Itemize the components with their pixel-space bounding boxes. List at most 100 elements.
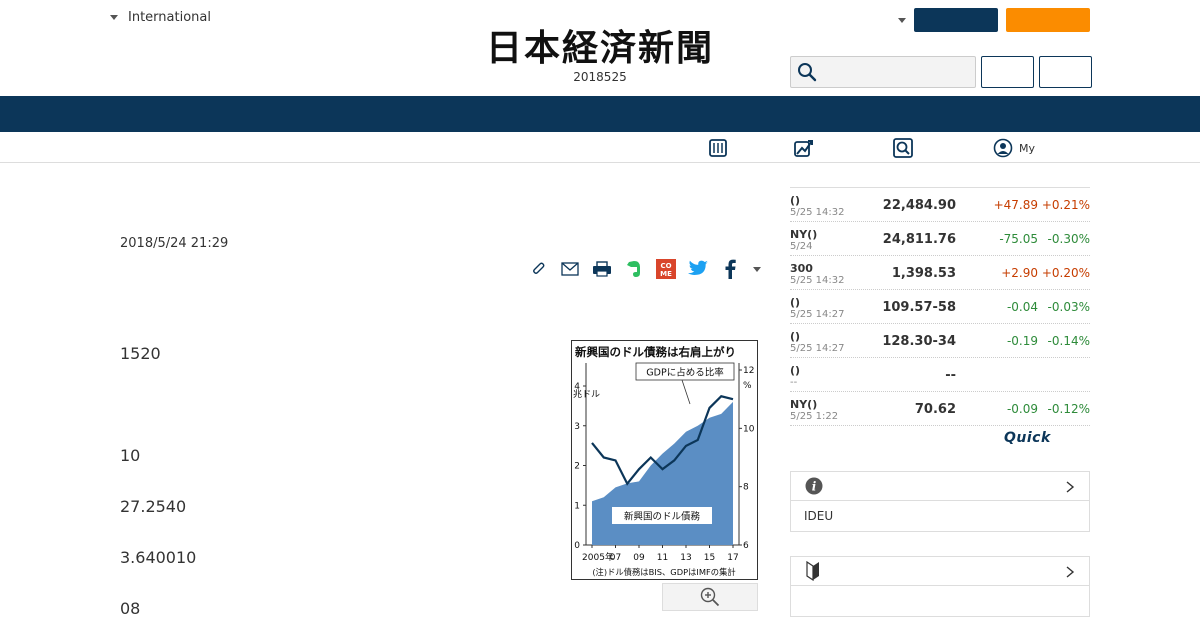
- right-tick-label: 10: [743, 424, 755, 434]
- market-change: -75.05: [999, 232, 1038, 246]
- trend-chart-icon: [794, 140, 813, 157]
- chart-svg: 新興国のドル債務は右肩上がり 兆ドル % 012346810122005年07 0…: [573, 345, 755, 577]
- chart-note: (注)ドル債務はBIS、GDPはIMFの集計: [592, 567, 735, 577]
- facebook-icon: [725, 259, 736, 279]
- evernote-button[interactable]: [623, 258, 645, 280]
- clip-button[interactable]: [527, 258, 549, 280]
- orange-button[interactable]: [1006, 8, 1090, 32]
- zoom-in-icon: [700, 587, 720, 607]
- market-row[interactable]: () -- --: [790, 358, 1090, 392]
- chevron-right-icon: [1066, 566, 1075, 578]
- outline-button-1[interactable]: [981, 56, 1034, 88]
- market-name: (): [790, 330, 801, 343]
- market-time: 5/25 14:27: [790, 343, 845, 354]
- x-tick-label: 11: [657, 553, 668, 563]
- article-chart[interactable]: 新興国のドル債務は右肩上がり 兆ドル % 0 1 2 3 4 6 8 10 12 2005年 07 0…: [571, 340, 758, 580]
- left-tick-label: 0: [574, 541, 580, 551]
- svg-text:CO: CO: [660, 262, 671, 270]
- header-actions: [898, 8, 1090, 32]
- beginner-mark-icon: [806, 561, 819, 581]
- market-row[interactable]: 300 5/25 14:32 1,398.53 +2.90 +0.20%: [790, 256, 1090, 290]
- market-time: 5/25 14:32: [790, 275, 845, 286]
- data-grid-icon: [709, 139, 727, 157]
- masthead[interactable]: 日本経済新聞 2018525: [450, 28, 750, 84]
- paperclip-icon: [533, 262, 545, 274]
- market-percent: -0.03%: [1047, 300, 1090, 314]
- come-button[interactable]: CO ME: [655, 258, 677, 280]
- edition-label: International: [128, 10, 211, 25]
- callout-leader: [681, 379, 691, 405]
- market-table: () 5/25 14:32 22,484.90 +47.89 +0.21% NY() 5/2…: [790, 187, 1090, 426]
- envelope-icon: [561, 262, 579, 276]
- svg-text:ME: ME: [660, 270, 672, 278]
- info-panel: i IDEU: [790, 471, 1090, 532]
- subnav-item-my[interactable]: My: [993, 137, 1035, 159]
- email-button[interactable]: [559, 258, 581, 280]
- caret-down-icon[interactable]: [898, 17, 906, 23]
- left-tick-label: 3: [574, 422, 580, 432]
- market-row[interactable]: NY() 5/24 24,811.76 -75.05 -0.30%: [790, 222, 1090, 256]
- market-time: 5/25 14:32: [790, 207, 845, 218]
- twitter-button[interactable]: [687, 258, 709, 280]
- market-value: 128.30-34: [882, 334, 956, 349]
- market-time: --: [790, 377, 798, 388]
- main-navbar: [0, 96, 1200, 132]
- evernote-icon: [627, 261, 640, 277]
- market-name: (): [790, 194, 801, 207]
- market-time: 5/25 14:27: [790, 309, 845, 320]
- outline-button-2[interactable]: [1039, 56, 1092, 88]
- x-tick-label: 07: [610, 553, 621, 563]
- edition-selector[interactable]: International: [110, 10, 211, 25]
- market-value: 24,811.76: [882, 232, 956, 247]
- market-time: 5/25 1:22: [790, 411, 839, 422]
- market-percent: +0.20%: [1041, 266, 1090, 280]
- right-tick-label: 6: [743, 541, 749, 551]
- market-name: (): [790, 364, 801, 377]
- info-panel-body[interactable]: IDEU: [791, 501, 1089, 531]
- search-icon[interactable]: [797, 62, 817, 82]
- chart-title: 新興国のドル債務は右肩上がり: [575, 345, 736, 359]
- share-toolbar: CO ME: [527, 258, 763, 280]
- x-tick-label: 13: [680, 553, 691, 563]
- area-label: 新興国のドル債務: [624, 511, 701, 523]
- left-tick-label: 2: [574, 462, 580, 472]
- info-icon: i: [805, 477, 823, 495]
- market-value: 1,398.53: [891, 266, 956, 281]
- market-name: NY(): [790, 398, 818, 411]
- market-row[interactable]: () 5/25 14:27 109.57-58 -0.04 -0.03%: [790, 290, 1090, 324]
- market-name: NY(): [790, 228, 818, 241]
- market-row[interactable]: () 5/25 14:27 128.30-34 -0.19 -0.14%: [790, 324, 1090, 358]
- market-percent: +0.21%: [1041, 198, 1090, 212]
- svg-text:i: i: [812, 480, 817, 494]
- market-change: +47.89: [993, 198, 1038, 212]
- article-paragraph: 10: [120, 446, 141, 465]
- market-value: 109.57-58: [882, 300, 956, 315]
- right-tick-label: 8: [743, 483, 749, 493]
- x-tick-label: 17: [727, 553, 738, 563]
- left-tick-label: 1: [574, 501, 580, 511]
- beginner-panel: [790, 556, 1090, 617]
- navy-button[interactable]: [914, 8, 998, 32]
- zoom-button[interactable]: [662, 583, 758, 611]
- article-paragraph: 3.640010: [120, 548, 197, 567]
- market-time: 5/24: [790, 241, 813, 252]
- left-tick-label: 4: [574, 382, 580, 392]
- beginner-panel-header[interactable]: [791, 557, 1089, 586]
- info-panel-header[interactable]: i: [791, 472, 1089, 501]
- market-row[interactable]: NY() 5/25 1:22 70.62 -0.09 -0.12%: [790, 392, 1090, 426]
- share-more-button[interactable]: [751, 258, 763, 280]
- market-value: --: [945, 368, 956, 383]
- subnav-item-search[interactable]: [893, 137, 913, 159]
- search-input[interactable]: [790, 56, 976, 88]
- print-button[interactable]: [591, 258, 613, 280]
- subnav-item-data[interactable]: [708, 137, 728, 159]
- market-percent: -0.14%: [1047, 334, 1090, 348]
- subnav-item-chart[interactable]: [793, 137, 815, 159]
- market-change: +2.90: [1001, 266, 1038, 280]
- market-row[interactable]: () 5/25 14:32 22,484.90 +47.89 +0.21%: [790, 188, 1090, 222]
- x-tick-label: 09: [633, 553, 645, 563]
- quick-logo[interactable]: Quick: [1004, 430, 1051, 446]
- user-icon: [993, 138, 1013, 158]
- masthead-date: 2018525: [573, 70, 627, 84]
- facebook-button[interactable]: [719, 258, 741, 280]
